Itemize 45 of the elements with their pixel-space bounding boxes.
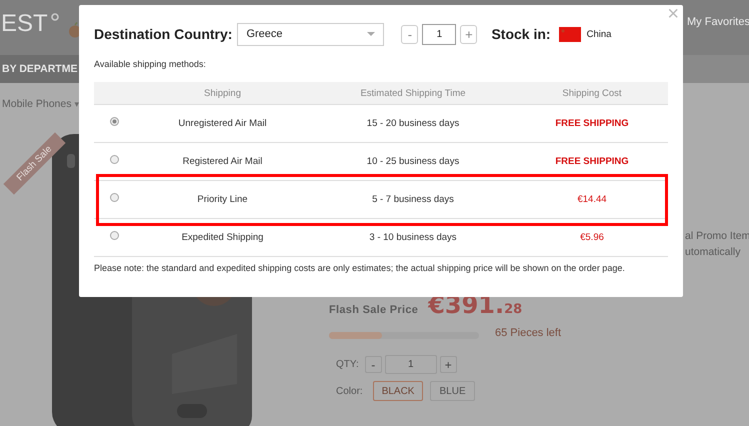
stock-label: Stock in: <box>491 26 551 42</box>
destination-label: Destination Country: <box>94 26 232 42</box>
radio-button[interactable] <box>110 155 119 164</box>
close-button[interactable]: × <box>664 5 682 23</box>
color-label: Color: <box>336 386 363 396</box>
flag-icon <box>558 26 581 42</box>
column-header: Shipping Cost <box>561 88 623 98</box>
department-menu[interactable]: BY DEPARTME <box>2 63 78 75</box>
table-cell-text: €14.44 <box>576 194 608 205</box>
table-cell-text: 15 - 20 business days <box>366 118 460 129</box>
methods-label: Available shipping methods: <box>94 59 207 71</box>
table-cell-text: €5.96 <box>579 232 605 243</box>
table-cell-text: Expedited Shipping <box>180 232 264 243</box>
table-cell-text: Registered Air Mail <box>182 156 264 167</box>
country-dropdown[interactable]: Greece <box>237 22 384 46</box>
table-cell-text: Unregistered Air Mail <box>177 118 268 129</box>
decrease-button[interactable]: - <box>401 24 418 44</box>
column-header: Shipping <box>203 88 242 98</box>
increase-button[interactable]: + <box>440 356 457 373</box>
table-cell-text: 3 - 10 business days <box>368 232 458 243</box>
fruit-icon <box>68 22 82 38</box>
table-cell-text: Priority Line <box>196 194 249 205</box>
table-cell-text: FREE SHIPPING <box>554 118 630 129</box>
radio-button[interactable] <box>110 117 119 126</box>
color-option[interactable]: BLUE <box>430 381 475 401</box>
table-cell-text: 10 - 25 business days <box>366 156 460 167</box>
column-header: Estimated Shipping Time <box>359 88 467 98</box>
decrease-button[interactable]: - <box>364 356 382 373</box>
flash-sale-price-label: Flash Sale Price <box>329 304 418 316</box>
table-cell-text: 5 - 7 business days <box>371 194 455 205</box>
table-cell-text: FREE SHIPPING <box>554 156 630 167</box>
promo-text: utomatically <box>685 245 740 260</box>
increase-button[interactable]: + <box>460 24 478 44</box>
breadcrumb-item[interactable]: Mobile Phones <box>2 98 72 110</box>
color-option[interactable]: BLACK <box>372 381 424 401</box>
qty-label: QTY: <box>336 359 359 370</box>
radio-button[interactable] <box>110 231 119 240</box>
stock-country: China <box>586 28 612 40</box>
shipping-note: Please note: the standard and expedited shipping costs are only estimates; the actual shipping price will be shown on the order page. <box>94 263 626 273</box>
quantity-field[interactable]: 1 <box>384 355 437 374</box>
caret-icon[interactable]: ▾ <box>74 99 80 109</box>
radio-button[interactable] <box>110 193 119 202</box>
quantity-field[interactable]: 1 <box>422 24 456 44</box>
site-logo[interactable]: EST <box>1 10 48 38</box>
pieces-left-text: 65 Pieces left <box>495 327 562 339</box>
